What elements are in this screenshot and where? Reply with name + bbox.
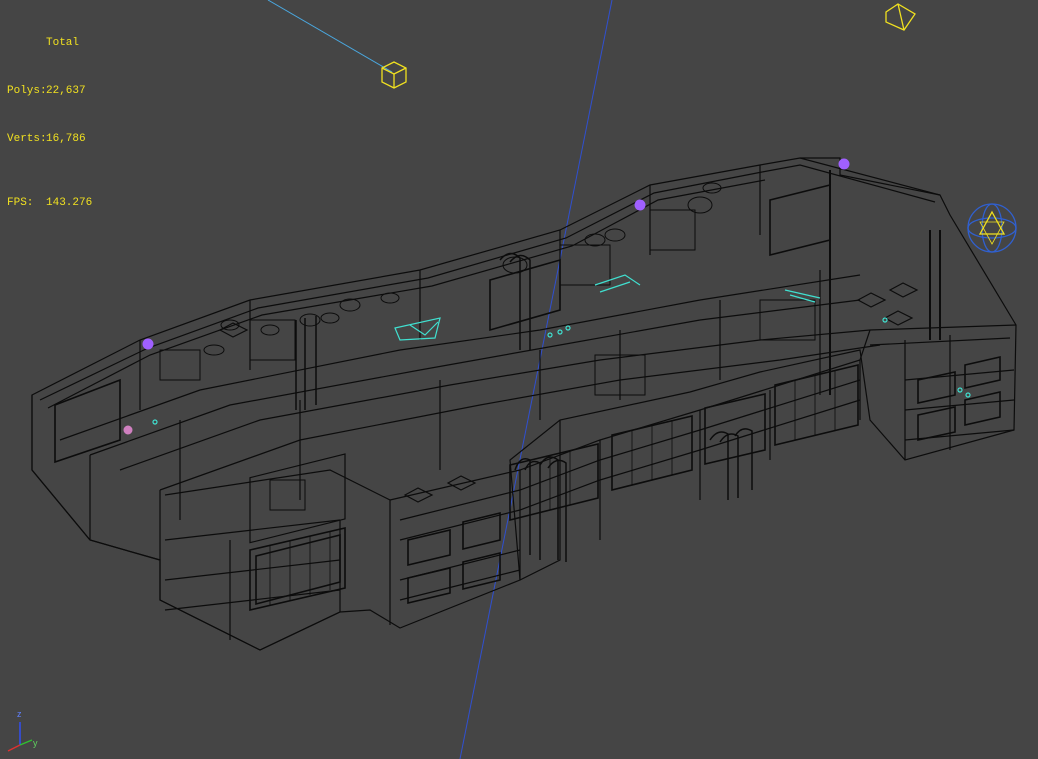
axis-z-label: z [17, 709, 22, 719]
verts-value: 16,786 [46, 133, 86, 145]
purple-helpers[interactable] [123, 158, 850, 435]
stats-header: Total [46, 37, 80, 49]
stats-overlay: Total Polys: 22,637 Verts: 16,786 FPS: 143.… [7, 3, 92, 243]
light-target-line [267, 0, 393, 73]
axis-tripod [7, 722, 33, 752]
helper-left [142, 338, 154, 350]
viewport-scene[interactable] [0, 0, 1038, 759]
skylight-icon[interactable] [885, 3, 916, 31]
fps-label: FPS: [7, 197, 34, 209]
helper-mid [634, 199, 646, 211]
helper-window [123, 425, 133, 435]
fps-value: 143.276 [46, 197, 93, 209]
axis-y-label: y [33, 738, 38, 748]
verts-label: Verts: [7, 133, 47, 145]
3d-viewport[interactable]: z y Total Polys: 22,637 Verts: 16,786 FPS:… [0, 0, 1038, 759]
light-box-icon[interactable] [381, 61, 407, 89]
polys-label: Polys: [7, 85, 47, 97]
helper-top [838, 158, 850, 170]
omni-light-icon[interactable] [967, 203, 1017, 253]
building-wireframe[interactable] [31, 157, 1017, 651]
polys-value: 22,637 [46, 85, 86, 97]
